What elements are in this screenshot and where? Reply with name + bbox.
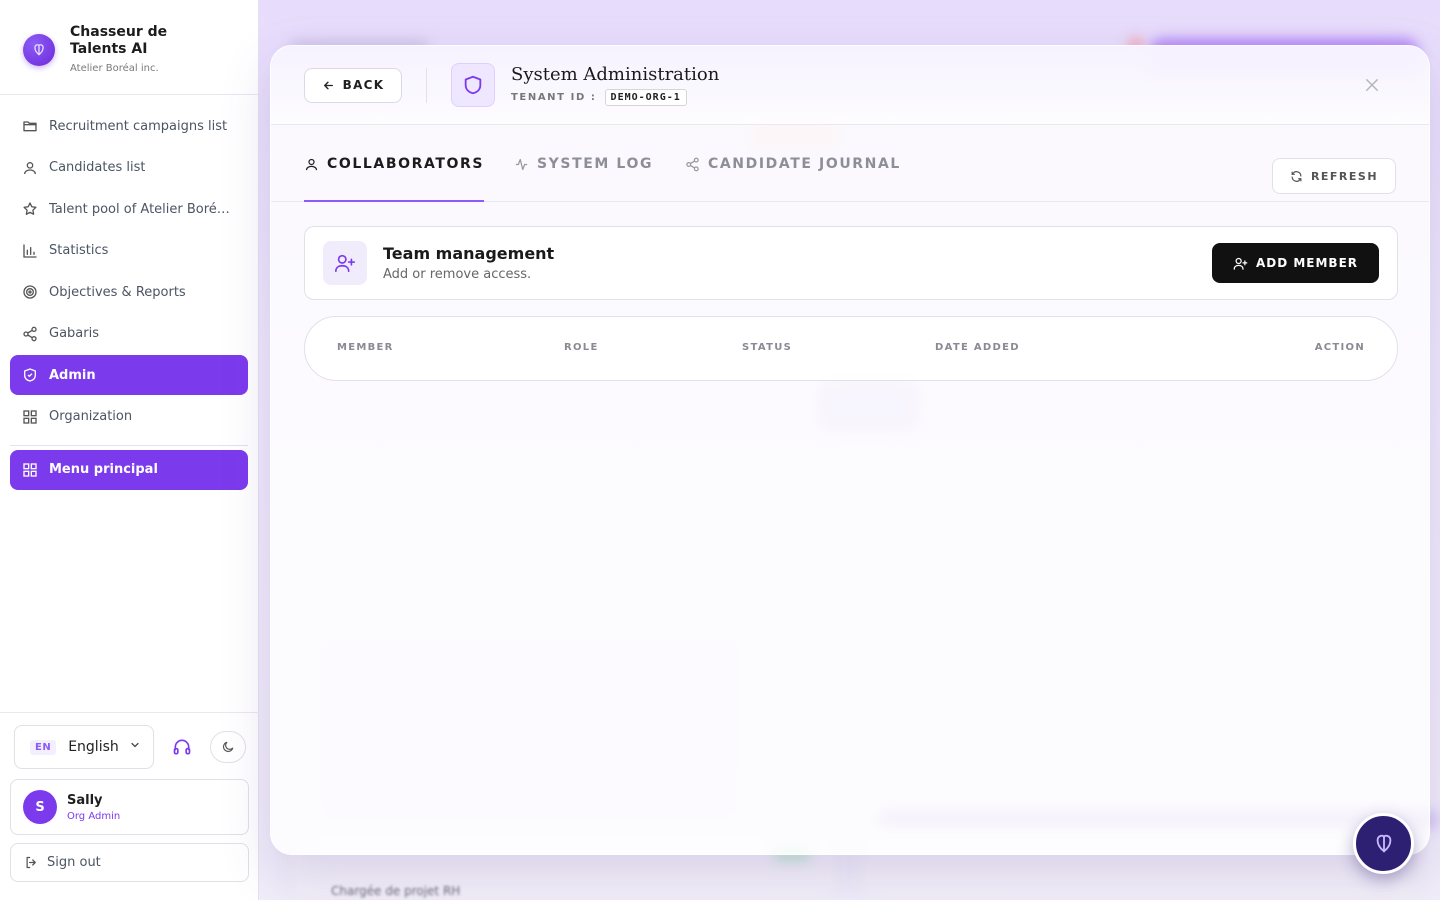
sidebar-item-label: Statistics bbox=[49, 243, 109, 258]
user-icon bbox=[304, 157, 319, 172]
sidebar-item-label: Candidates list bbox=[49, 160, 146, 175]
grid-icon bbox=[22, 409, 38, 425]
sidebar-item-objectives-reports[interactable]: Objectives & Reports bbox=[10, 272, 248, 312]
column-header-member: MEMBER bbox=[337, 342, 394, 353]
sidebar-footer: EN English S Sally Org Admin Sign out bbox=[0, 712, 259, 900]
user-name: Sally bbox=[67, 792, 103, 808]
star-icon bbox=[22, 201, 38, 217]
target-icon bbox=[22, 284, 38, 300]
support-headphones-icon[interactable] bbox=[172, 737, 192, 757]
sidebar-item-admin[interactable]: Admin bbox=[10, 355, 248, 395]
share-icon bbox=[22, 326, 38, 342]
team-management-card: Team management Add or remove access. AD… bbox=[304, 226, 1398, 300]
members-table: MEMBER ROLE STATUS DATE ADDED ACTION bbox=[304, 316, 1398, 381]
folder-icon bbox=[22, 118, 38, 134]
sidebar-item-organization[interactable]: Organization bbox=[10, 397, 248, 437]
app-name: Chasseur de Talents AI bbox=[70, 24, 168, 57]
brain-icon bbox=[1373, 833, 1395, 855]
sidebar-item-label: Admin bbox=[49, 367, 96, 383]
tabs-bar: COLLABORATORS SYSTEM LOG CANDIDATE JOURN… bbox=[271, 125, 1429, 202]
moon-icon bbox=[221, 740, 235, 754]
sidebar-item-recruitment-campaigns[interactable]: Recruitment campaigns list bbox=[10, 106, 248, 146]
tab-candidate-journal[interactable]: CANDIDATE JOURNAL bbox=[685, 156, 901, 202]
activity-icon bbox=[514, 157, 529, 172]
grid-icon bbox=[22, 462, 38, 478]
sidebar-item-label: Objectives & Reports bbox=[49, 284, 186, 300]
sidebar-item-gabaris[interactable]: Gabaris bbox=[10, 314, 248, 354]
sign-out-label: Sign out bbox=[47, 855, 101, 870]
brand-header: Chasseur de Talents AI Atelier Boréal in… bbox=[0, 0, 258, 95]
chevron-down-icon bbox=[129, 739, 141, 755]
user-profile-card[interactable]: S Sally Org Admin bbox=[10, 779, 249, 835]
language-label: English bbox=[68, 739, 119, 755]
sidebar-item-label: Talent pool of Atelier Boréal inc. bbox=[49, 201, 234, 217]
sign-out-button[interactable]: Sign out bbox=[10, 843, 249, 882]
sidebar-item-label: Recruitment campaigns list bbox=[49, 118, 228, 134]
user-plus-icon bbox=[1233, 256, 1248, 271]
sidebar-item-label: Organization bbox=[49, 409, 133, 424]
share-icon bbox=[685, 157, 700, 172]
sidebar-item-label: Menu principal bbox=[49, 462, 158, 477]
nav-divider bbox=[10, 444, 248, 446]
sidebar: Chasseur de Talents AI Atelier Boréal in… bbox=[0, 0, 259, 900]
user-role: Org Admin bbox=[67, 810, 121, 822]
close-icon[interactable] bbox=[1362, 75, 1382, 95]
tenant-id-value: DEMO-ORG-1 bbox=[604, 89, 687, 106]
shield-icon bbox=[451, 63, 495, 107]
bar-chart-icon bbox=[22, 243, 38, 259]
refresh-icon bbox=[1290, 170, 1303, 183]
column-header-role: ROLE bbox=[564, 342, 599, 353]
tab-label: SYSTEM LOG bbox=[537, 156, 654, 172]
arrow-left-icon bbox=[322, 79, 335, 92]
add-member-label: ADD MEMBER bbox=[1255, 256, 1359, 270]
page-title: System Administration bbox=[511, 64, 720, 85]
header-divider bbox=[426, 67, 427, 103]
team-management-subtitle: Add or remove access. bbox=[383, 267, 532, 282]
refresh-button[interactable]: REFRESH bbox=[1272, 158, 1396, 194]
organization-name: Atelier Boréal inc. bbox=[70, 63, 159, 74]
tab-collaborators[interactable]: COLLABORATORS bbox=[304, 156, 485, 202]
theme-toggle-button[interactable] bbox=[210, 731, 246, 763]
column-header-status: STATUS bbox=[742, 342, 793, 353]
tab-system-log[interactable]: SYSTEM LOG bbox=[514, 156, 653, 202]
column-header-date-added: DATE ADDED bbox=[935, 342, 1020, 353]
back-label: BACK bbox=[342, 78, 385, 92]
column-header-action: ACTION bbox=[1314, 342, 1365, 353]
user-icon bbox=[22, 160, 38, 176]
background-job-title: Chargée de projet RH bbox=[331, 884, 461, 898]
sign-out-icon bbox=[24, 855, 39, 870]
modal-header: BACK System Administration TENANT ID : D… bbox=[271, 46, 1429, 125]
user-plus-icon bbox=[323, 241, 367, 285]
refresh-label: REFRESH bbox=[1310, 169, 1379, 183]
language-code: EN bbox=[30, 739, 57, 755]
sidebar-nav: Recruitment campaigns list Candidates li… bbox=[0, 95, 258, 490]
admin-modal: BACK System Administration TENANT ID : D… bbox=[270, 45, 1430, 855]
language-select[interactable]: EN English bbox=[14, 725, 154, 769]
brain-logo-icon bbox=[23, 34, 55, 66]
team-management-title: Team management bbox=[383, 244, 555, 263]
back-button[interactable]: BACK bbox=[304, 67, 402, 103]
sidebar-item-candidates[interactable]: Candidates list bbox=[10, 148, 248, 188]
avatar: S bbox=[23, 790, 57, 824]
tab-label: COLLABORATORS bbox=[327, 156, 485, 172]
shield-check-icon bbox=[22, 367, 38, 383]
sidebar-item-main-menu[interactable]: Menu principal bbox=[10, 449, 248, 490]
sidebar-item-statistics[interactable]: Statistics bbox=[10, 231, 248, 271]
tab-label: CANDIDATE JOURNAL bbox=[708, 156, 901, 172]
tenant-id-label: TENANT ID : bbox=[511, 92, 597, 103]
sidebar-item-label: Gabaris bbox=[49, 326, 99, 341]
ai-assistant-button[interactable] bbox=[1353, 813, 1414, 874]
add-member-button[interactable]: ADD MEMBER bbox=[1212, 243, 1379, 283]
sidebar-item-talent-pool[interactable]: Talent pool of Atelier Boréal inc. bbox=[10, 189, 248, 229]
